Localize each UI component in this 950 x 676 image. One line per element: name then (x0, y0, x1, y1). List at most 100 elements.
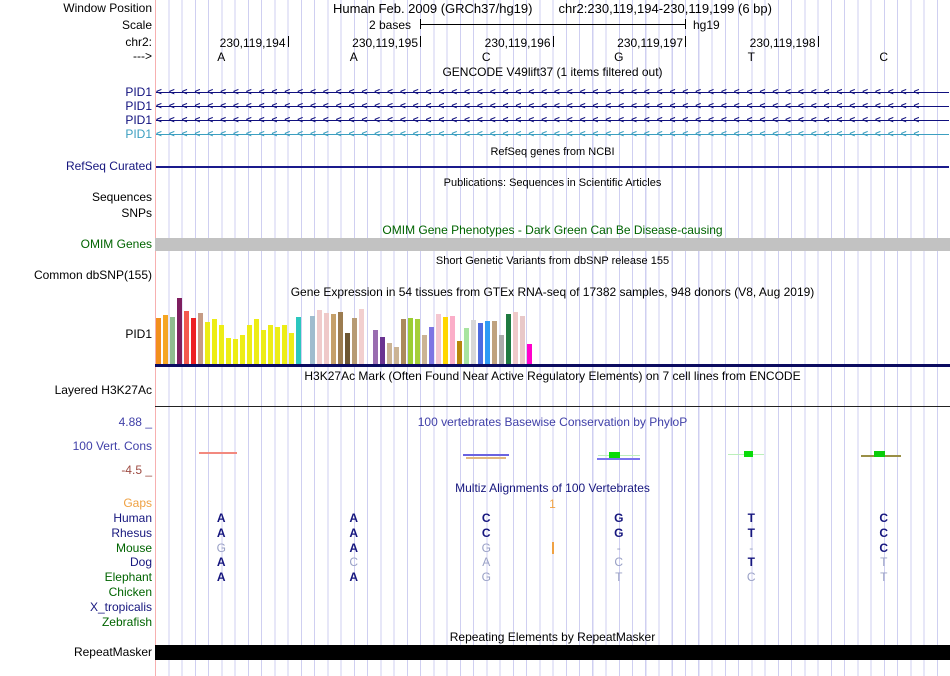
gtex-tissue-bar[interactable] (443, 317, 448, 364)
snps-label[interactable]: SNPs (0, 207, 152, 220)
gtex-tissue-bar[interactable] (317, 310, 322, 364)
gene-strand-arrows[interactable]: <<<<<<<<<<<<<<<<<<<<<<<<<<<<<<<<<<<<<<<<… (156, 100, 949, 113)
gtex-tissue-bar[interactable] (184, 311, 189, 364)
repeatmasker-track-title[interactable]: Repeating Elements by RepeatMasker (155, 631, 950, 644)
gtex-tissue-bar[interactable] (296, 317, 301, 364)
gtex-tissue-bar[interactable] (401, 319, 406, 364)
gene-label[interactable]: PID1 (0, 114, 152, 127)
refseq-track-title[interactable]: RefSeq genes from NCBI (155, 146, 950, 159)
cons-mark (744, 451, 753, 457)
gtex-tissue-bar[interactable] (352, 318, 357, 364)
assembly-tag: hg19 (693, 18, 720, 32)
species-label[interactable]: Rhesus (0, 527, 152, 540)
gtex-tissue-bar[interactable] (408, 318, 413, 364)
gtex-tissue-bar[interactable] (436, 314, 441, 364)
gtex-tissue-bar[interactable] (268, 325, 273, 364)
sequences-label[interactable]: Sequences (0, 191, 152, 204)
gtex-tissue-bar[interactable] (506, 314, 511, 364)
gtex-tissue-bar[interactable] (464, 328, 469, 364)
species-label[interactable]: Chicken (0, 586, 152, 599)
publications-track-title[interactable]: Publications: Sequences in Scientific Ar… (155, 177, 950, 190)
omim-track-title[interactable]: OMIM Gene Phenotypes - Dark Green Can Be… (155, 224, 950, 237)
gtex-tissue-bar[interactable] (415, 319, 420, 364)
species-label[interactable]: Elephant (0, 571, 152, 584)
dbsnp-track-title[interactable]: Short Genetic Variants from dbSNP releas… (155, 255, 950, 268)
coordinate-tick (420, 36, 421, 47)
position-range: chr2:230,119,194-230,119,199 (6 bp) (558, 1, 772, 16)
gtex-gene-label[interactable]: PID1 (0, 328, 152, 341)
gtex-tissue-bar[interactable] (156, 318, 161, 364)
h3k27ac-track-title[interactable]: H3K27Ac Mark (Often Found Near Active Re… (155, 370, 950, 383)
cons-max-label: 4.88 _ (118, 415, 152, 429)
conservation-track-title[interactable]: 100 vertebrates Basewise Conservation by… (155, 416, 950, 429)
species-label[interactable]: Dog (0, 556, 152, 569)
multiz-base: T (747, 511, 755, 525)
gtex-tissue-bar[interactable] (219, 325, 224, 364)
gtex-tissue-bar[interactable] (394, 347, 399, 364)
insertion-marker (551, 542, 554, 554)
gene-strand-arrows[interactable]: <<<<<<<<<<<<<<<<<<<<<<<<<<<<<<<<<<<<<<<<… (156, 114, 949, 127)
gtex-tissue-bar[interactable] (177, 298, 182, 364)
gtex-tissue-bar[interactable] (492, 321, 497, 364)
gtex-tissue-bar[interactable] (499, 335, 504, 364)
dbsnp-label[interactable]: Common dbSNP(155) (0, 269, 152, 282)
multiz-track-title[interactable]: Multiz Alignments of 100 Vertebrates (155, 482, 950, 495)
gtex-tissue-bar[interactable] (163, 315, 168, 364)
gtex-tissue-bar[interactable] (422, 335, 427, 364)
gtex-tissue-bar[interactable] (247, 325, 252, 364)
gtex-tissue-bar[interactable] (191, 318, 196, 364)
gtex-tissue-bar[interactable] (513, 312, 518, 364)
repeatmasker-feature-bar[interactable] (155, 645, 950, 660)
gene-label[interactable]: PID1 (0, 100, 152, 113)
omim-genes-label[interactable]: OMIM Genes (0, 238, 152, 251)
gtex-tissue-bar[interactable] (373, 330, 378, 364)
species-label[interactable]: Human (0, 512, 152, 525)
gtex-tissue-bar[interactable] (478, 323, 483, 364)
gtex-tissue-bar[interactable] (338, 312, 343, 364)
gtex-tissue-bar[interactable] (387, 343, 392, 364)
gtex-tissue-bar[interactable] (429, 327, 434, 364)
omim-gene-bar[interactable] (155, 238, 950, 251)
gtex-tissue-bar[interactable] (324, 313, 329, 364)
gtex-tissue-bar[interactable] (471, 320, 476, 364)
gtex-tissue-bar[interactable] (226, 338, 231, 364)
gtex-tissue-bar[interactable] (233, 339, 238, 364)
gtex-tissue-bar[interactable] (212, 319, 217, 364)
scale-bar (420, 24, 685, 25)
coordinate-tick (818, 36, 819, 47)
gtex-tissue-bar[interactable] (485, 321, 490, 364)
gtex-tissue-bar[interactable] (198, 313, 203, 364)
gtex-tissue-bar[interactable] (457, 341, 462, 364)
gtex-tissue-bar[interactable] (275, 327, 280, 364)
gtex-tissue-bar[interactable] (240, 335, 245, 364)
gtex-tissue-bar[interactable] (450, 316, 455, 364)
repeatmasker-label[interactable]: RepeatMasker (0, 646, 152, 659)
refseq-curated-label[interactable]: RefSeq Curated (0, 160, 152, 173)
multiz-base: C (481, 526, 491, 540)
species-label[interactable]: Zebrafish (0, 616, 152, 629)
species-label[interactable]: Mouse (0, 542, 152, 555)
gtex-tissue-bar[interactable] (205, 322, 210, 364)
gtex-tissue-bar[interactable] (282, 325, 287, 364)
gtex-tissue-bar[interactable] (380, 337, 385, 364)
gencode-track-title[interactable]: GENCODE V49lift37 (1 items filtered out) (155, 66, 950, 79)
gtex-tissue-bar[interactable] (261, 330, 266, 364)
gtex-tissue-bar[interactable] (310, 316, 315, 364)
gene-strand-arrows[interactable]: <<<<<<<<<<<<<<<<<<<<<<<<<<<<<<<<<<<<<<<<… (156, 86, 949, 99)
h3k27ac-label[interactable]: Layered H3K27Ac (0, 384, 152, 397)
refseq-gene-line[interactable] (156, 166, 949, 168)
gtex-tissue-bar[interactable] (345, 333, 350, 364)
gtex-tissue-bar[interactable] (527, 344, 532, 364)
gtex-tissue-bar[interactable] (331, 314, 336, 364)
species-label[interactable]: X_tropicalis (0, 601, 152, 614)
gene-label[interactable]: PID1 (0, 128, 152, 141)
gtex-tissue-bar[interactable] (254, 319, 259, 364)
gene-strand-arrows[interactable]: <<<<<<<<<<<<<<<<<<<<<<<<<<<<<<<<<<<<<<<<… (156, 128, 949, 141)
conservation-label[interactable]: 100 Vert. Cons (0, 440, 152, 453)
gtex-tissue-bar[interactable] (170, 317, 175, 364)
gtex-tissue-bar[interactable] (359, 309, 364, 364)
gtex-track-title[interactable]: Gene Expression in 54 tissues from GTEx … (155, 286, 950, 299)
gene-label[interactable]: PID1 (0, 86, 152, 99)
gtex-tissue-bar[interactable] (520, 316, 525, 364)
gtex-tissue-bar[interactable] (289, 333, 294, 364)
